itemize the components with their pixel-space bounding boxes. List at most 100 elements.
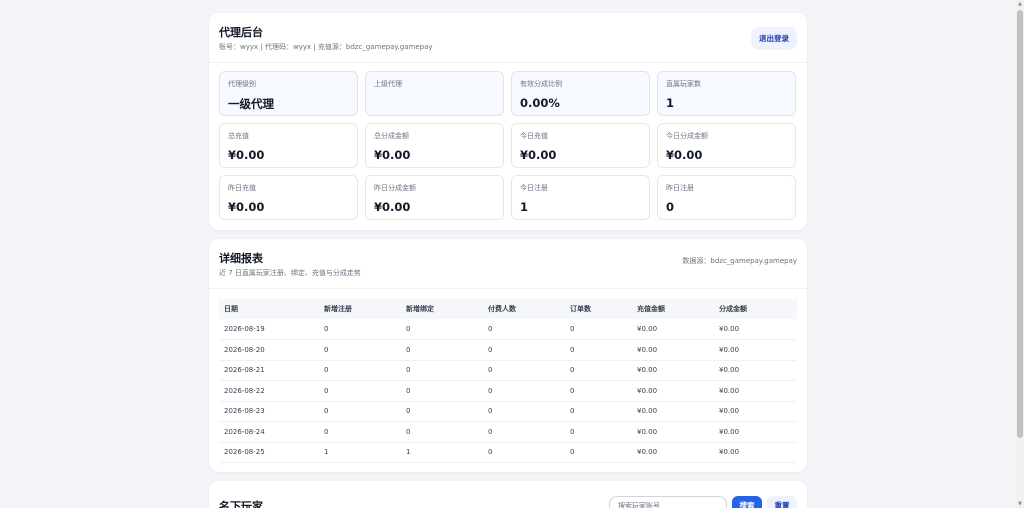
column-header[interactable]: 订单数 xyxy=(565,299,632,319)
table-cell: 0 xyxy=(565,319,632,340)
stat-card: 总充值 ¥0.00 xyxy=(219,123,358,168)
column-header[interactable]: 分成金额 xyxy=(714,299,797,319)
table-cell: 0 xyxy=(319,319,401,340)
stat-value: 0.00% xyxy=(520,96,560,110)
stat-value: 1 xyxy=(666,96,675,110)
table-cell: ¥0.00 xyxy=(714,401,797,422)
table-cell: ¥0.00 xyxy=(714,319,797,340)
table-cell: 0 xyxy=(319,360,401,381)
data-source: 数据源：bdzc_gamepay.gamepay xyxy=(682,257,797,265)
stat-card: 上级代理 xyxy=(365,71,504,116)
table-cell: 0 xyxy=(401,401,483,422)
table-cell: 0 xyxy=(401,319,483,340)
column-header[interactable]: 日期 xyxy=(219,299,319,319)
table-cell: 0 xyxy=(565,401,632,422)
players-header: 名下玩家 搜索玩家账号 搜索 重置 xyxy=(209,481,807,508)
table-cell: 0 xyxy=(401,339,483,361)
scroll-up-arrow-icon[interactable]: ▲ xyxy=(1017,1,1023,7)
stat-label: 今日充值 xyxy=(520,132,548,140)
stat-card: 昨日充值 ¥0.00 xyxy=(219,175,358,220)
stat-value: 一级代理 xyxy=(228,97,274,111)
search-button[interactable]: 搜索 xyxy=(732,495,762,508)
table-cell: ¥0.00 xyxy=(714,360,797,381)
report-table: 日期 新增注册 新增绑定 付费人数 订单数 充值金额 分成金额 2026-08-19 0 0 0 0… xyxy=(219,299,797,463)
stat-value: ¥0.00 xyxy=(228,148,265,162)
stat-label: 昨日分成金额 xyxy=(374,184,416,192)
table-cell: ¥0.00 xyxy=(714,421,797,443)
table-cell: 2026-08-19 xyxy=(219,319,319,340)
column-header[interactable]: 新增绑定 xyxy=(401,299,483,319)
logout-button[interactable]: 退出登录 xyxy=(751,26,797,50)
table-cell: 2026-08-24 xyxy=(219,421,319,443)
stat-value: 1 xyxy=(520,200,529,214)
table-cell: 0 xyxy=(483,339,565,361)
table-cell: ¥0.00 xyxy=(632,401,714,422)
scroll-thumb[interactable] xyxy=(1017,10,1023,438)
table-cell: 0 xyxy=(401,421,483,443)
account-info: 账号：wyyx | 代理码：wyyx | 充值源：bdzc_gamepay.ga… xyxy=(219,43,433,51)
table-row: 2026-08-23 0 0 0 0 ¥0.00 ¥0.00 xyxy=(219,401,797,422)
stat-label: 今日注册 xyxy=(520,184,548,192)
players-card: 名下玩家 搜索玩家账号 搜索 重置 xyxy=(209,481,807,508)
stat-card: 代理级别 一级代理 xyxy=(219,71,358,116)
stat-label: 有效分成比例 xyxy=(520,80,562,88)
report-card: 详细报表 近 7 日直属玩家注册、绑定、充值与分成走势 数据源：bdzc_gam… xyxy=(209,239,807,472)
table-cell: 0 xyxy=(319,421,401,443)
table-cell: 0 xyxy=(319,401,401,422)
table-cell: 0 xyxy=(483,421,565,443)
stat-label: 代理级别 xyxy=(228,80,256,88)
table-cell: 0 xyxy=(319,339,401,361)
stat-card: 昨日注册 0 xyxy=(657,175,796,220)
search-input[interactable]: 搜索玩家账号 xyxy=(609,495,727,508)
table-cell: ¥0.00 xyxy=(632,442,714,463)
table-row: 2026-08-20 0 0 0 0 ¥0.00 ¥0.00 xyxy=(219,339,797,361)
table-cell: ¥0.00 xyxy=(632,380,714,402)
scroll-down-arrow-icon[interactable]: ▼ xyxy=(1017,501,1023,507)
table-cell: 0 xyxy=(401,360,483,381)
table-cell: 0 xyxy=(483,442,565,463)
column-header[interactable]: 付费人数 xyxy=(483,299,565,319)
column-header[interactable]: 新增注册 xyxy=(319,299,401,319)
stat-label: 总充值 xyxy=(228,132,249,140)
stat-label: 昨日充值 xyxy=(228,184,256,192)
table-cell: ¥0.00 xyxy=(632,319,714,340)
stat-card: 今日分成金额 ¥0.00 xyxy=(657,123,796,168)
report-header: 详细报表 近 7 日直属玩家注册、绑定、充值与分成走势 数据源：bdzc_gam… xyxy=(209,239,807,278)
table-cell: ¥0.00 xyxy=(632,421,714,443)
stat-card: 今日注册 1 xyxy=(511,175,650,220)
table-row: 2026-08-21 0 0 0 0 ¥0.00 ¥0.00 xyxy=(219,360,797,381)
stat-value: ¥0.00 xyxy=(374,148,411,162)
page-title: 代理后台 xyxy=(219,26,263,39)
table-row: 2026-08-24 0 0 0 0 ¥0.00 ¥0.00 xyxy=(219,421,797,443)
table-cell: 0 xyxy=(401,380,483,402)
table-cell: 0 xyxy=(319,380,401,402)
table-cell: 1 xyxy=(319,442,401,463)
table-cell: 2026-08-23 xyxy=(219,401,319,422)
overview-header: 代理后台 账号：wyyx | 代理码：wyyx | 充值源：bdzc_gamep… xyxy=(209,13,807,52)
reset-button[interactable]: 重置 xyxy=(767,495,797,508)
overview-card: 代理后台 账号：wyyx | 代理码：wyyx | 充值源：bdzc_gamep… xyxy=(209,13,807,230)
stat-label: 今日分成金额 xyxy=(666,132,708,140)
table-cell: 0 xyxy=(483,319,565,340)
table-cell: 2026-08-25 xyxy=(219,442,319,463)
column-header[interactable]: 充值金额 xyxy=(632,299,714,319)
stat-value: ¥0.00 xyxy=(666,148,703,162)
stat-card: 昨日分成金额 ¥0.00 xyxy=(365,175,504,220)
stat-value: 0 xyxy=(666,200,675,214)
table-cell: ¥0.00 xyxy=(632,360,714,381)
page-scrollbar[interactable]: ▲ ▼ xyxy=(1016,0,1024,508)
stat-card: 总分成金额 ¥0.00 xyxy=(365,123,504,168)
stat-label: 上级代理 xyxy=(374,80,402,88)
table-cell: 1 xyxy=(401,442,483,463)
table-cell: 0 xyxy=(565,421,632,443)
table-cell: ¥0.00 xyxy=(714,442,797,463)
table-header-row: 日期 新增注册 新增绑定 付费人数 订单数 充值金额 分成金额 xyxy=(219,299,797,319)
stat-value: ¥0.00 xyxy=(520,148,557,162)
stat-label: 昨日注册 xyxy=(666,184,694,192)
table-cell: ¥0.00 xyxy=(632,339,714,361)
table-row: 2026-08-22 0 0 0 0 ¥0.00 ¥0.00 xyxy=(219,380,797,402)
report-title: 详细报表 xyxy=(219,252,263,265)
divider xyxy=(209,288,807,289)
page: 代理后台 账号：wyyx | 代理码：wyyx | 充值源：bdzc_gamep… xyxy=(209,13,807,508)
table-cell: 0 xyxy=(483,380,565,402)
